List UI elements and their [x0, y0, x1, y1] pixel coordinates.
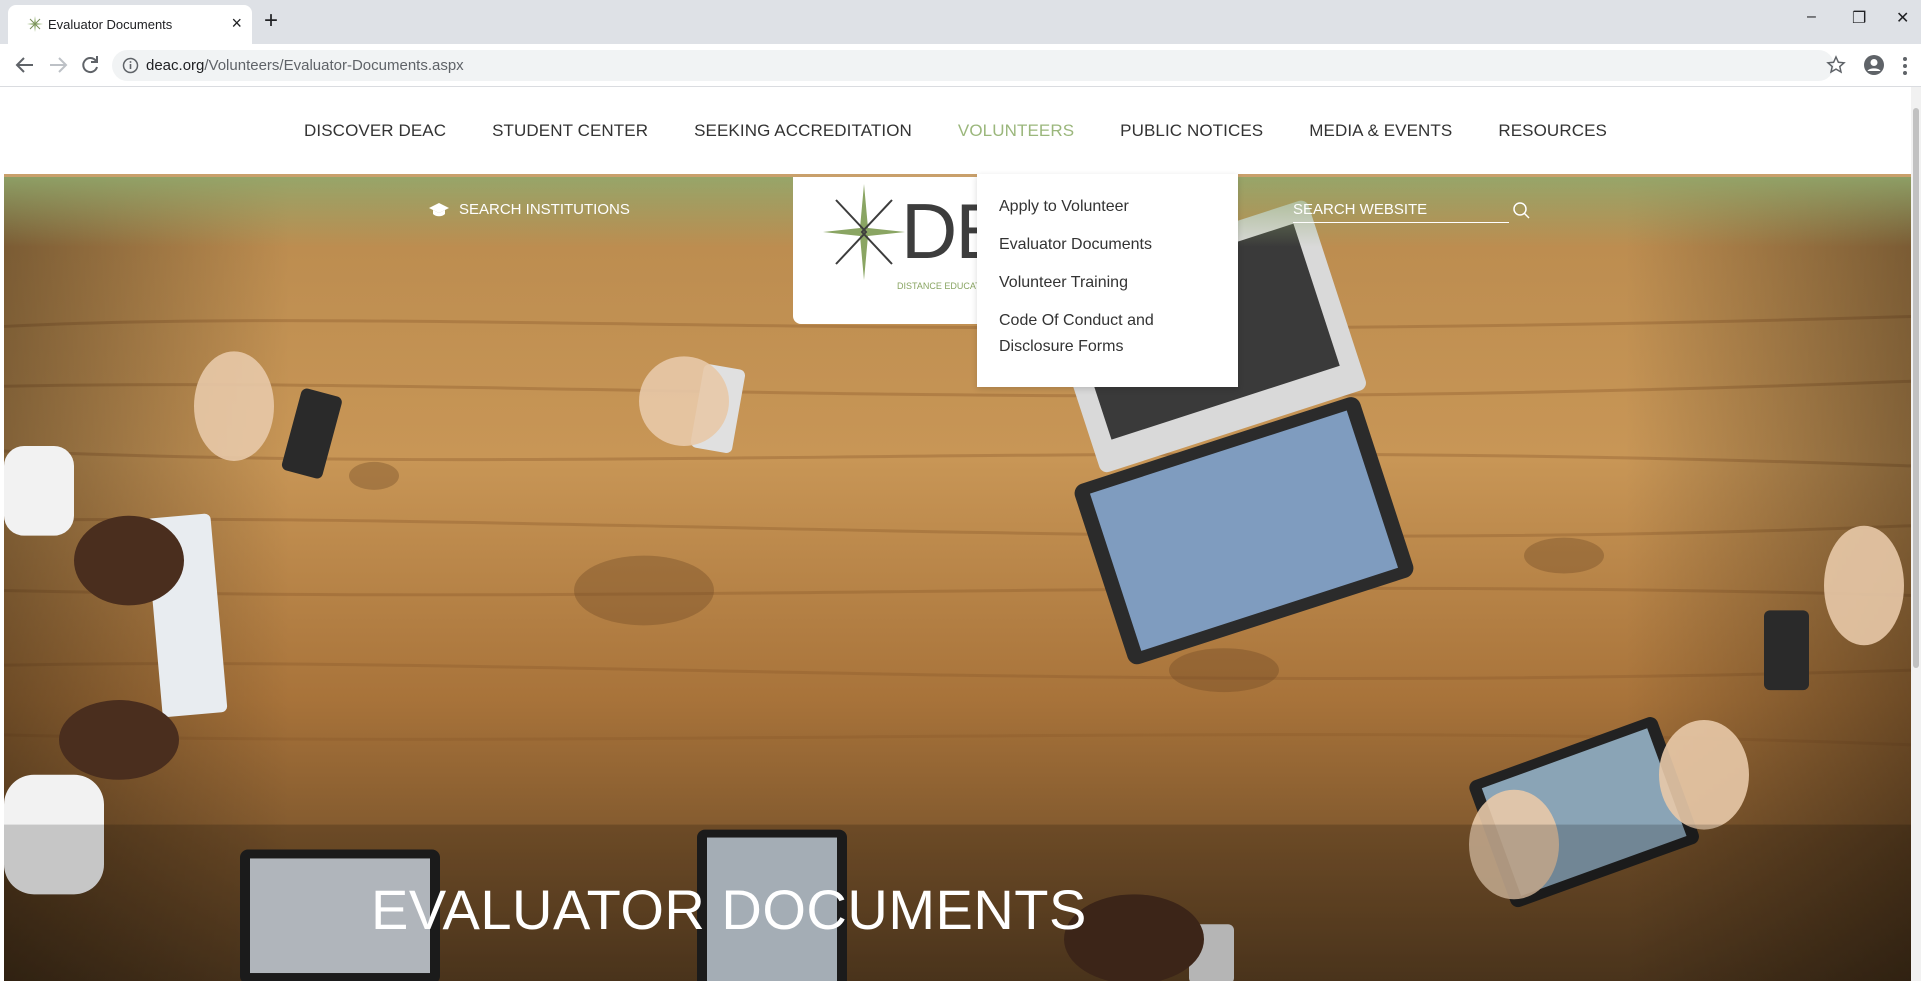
url-path: /Volunteers/Evaluator-Documents.aspx	[204, 57, 464, 74]
graduation-cap-icon	[429, 202, 449, 216]
compass-star-logo-icon	[823, 184, 905, 280]
browser-tab-strip: Evaluator Documents × + – ❐ ✕	[0, 0, 1921, 44]
main-navigation: DISCOVER DEAC STUDENT CENTER SEEKING ACC…	[0, 87, 1911, 174]
nav-item-student-center[interactable]: STUDENT CENTER	[492, 121, 648, 141]
nav-item-resources[interactable]: RESOURCES	[1498, 121, 1607, 141]
window-minimize-button[interactable]: –	[1807, 8, 1816, 26]
nav-item-public-notices[interactable]: PUBLIC NOTICES	[1120, 121, 1263, 141]
menu-item-volunteer-training[interactable]: Volunteer Training	[999, 270, 1216, 296]
nav-item-volunteers[interactable]: VOLUNTEERS	[958, 121, 1074, 141]
forward-arrow-icon[interactable]	[46, 53, 70, 77]
scrollbar-thumb[interactable]	[1913, 108, 1919, 668]
bookmark-star-icon[interactable]	[1826, 55, 1846, 75]
menu-item-apply-to-volunteer[interactable]: Apply to Volunteer	[999, 194, 1216, 220]
site-search-box	[1293, 197, 1509, 223]
reload-icon[interactable]	[78, 53, 102, 77]
browser-menu-icon[interactable]	[1901, 55, 1909, 77]
nav-item-media-events[interactable]: MEDIA & EVENTS	[1309, 121, 1452, 141]
page-title: EVALUATOR DOCUMENTS	[371, 878, 1087, 941]
search-institutions-link[interactable]: SEARCH INSTITUTIONS	[428, 201, 630, 218]
deac-favicon-icon	[27, 16, 43, 32]
menu-item-evaluator-documents[interactable]: Evaluator Documents	[999, 232, 1216, 258]
browser-toolbar: deac.org/Volunteers/Evaluator-Documents.…	[0, 44, 1921, 87]
new-tab-button[interactable]: +	[264, 8, 278, 34]
profile-avatar-icon[interactable]	[1863, 54, 1885, 76]
browser-tab[interactable]: Evaluator Documents ×	[8, 5, 252, 44]
web-page: DISCOVER DEAC STUDENT CENTER SEEKING ACC…	[0, 87, 1911, 981]
search-institutions-label: SEARCH INSTITUTIONS	[459, 201, 630, 218]
back-arrow-icon[interactable]	[13, 53, 37, 77]
tab-close-button[interactable]: ×	[231, 13, 242, 33]
hero-banner: SEARCH INSTITUTIONS DE DISTANCE EDUCATIO…	[4, 174, 1911, 981]
tab-title: Evaluator Documents	[48, 17, 173, 32]
info-icon[interactable]	[122, 57, 139, 74]
nav-item-discover-deac[interactable]: DISCOVER DEAC	[304, 121, 446, 141]
nav-item-seeking-accreditation[interactable]: SEEKING ACCREDITATION	[694, 121, 912, 141]
menu-item-code-of-conduct[interactable]: Code Of Conduct and Disclosure Forms	[999, 308, 1216, 360]
window-restore-button[interactable]: ❐	[1852, 8, 1866, 28]
url-text[interactable]: deac.org/Volunteers/Evaluator-Documents.…	[146, 57, 464, 74]
volunteers-dropdown-menu: Apply to Volunteer Evaluator Documents V…	[977, 174, 1238, 387]
address-bar[interactable]: deac.org/Volunteers/Evaluator-Documents.…	[112, 50, 1834, 81]
search-icon[interactable]	[1512, 201, 1531, 220]
search-website-input[interactable]	[1293, 197, 1493, 221]
window-close-button[interactable]: ✕	[1896, 8, 1909, 28]
url-host: deac.org	[146, 57, 205, 74]
